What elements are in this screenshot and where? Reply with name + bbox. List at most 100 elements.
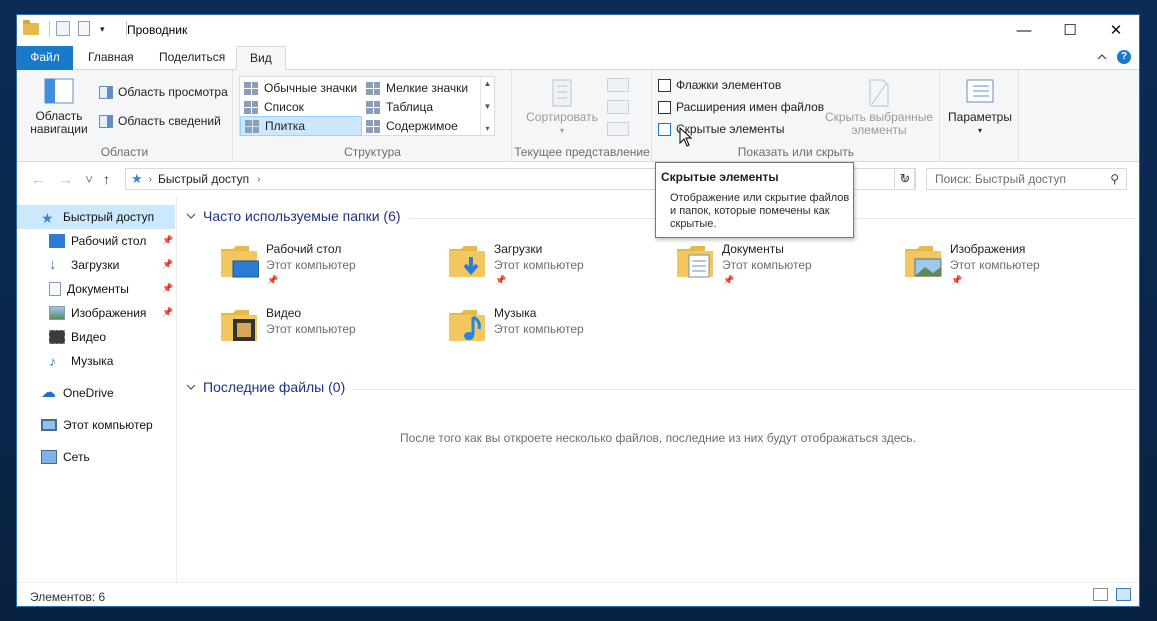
- pin-icon[interactable]: 📌: [162, 235, 173, 245]
- nav-item-quick-access[interactable]: ★ Быстрый доступ: [17, 205, 175, 229]
- breadcrumb[interactable]: Быстрый доступ: [158, 172, 249, 186]
- ribbon-tabs: Файл Главная Поделиться Вид ?: [17, 46, 1139, 71]
- folder-tile-video[interactable]: Видео Этот компьютер: [219, 303, 439, 355]
- pin-icon[interactable]: 📌: [267, 275, 278, 286]
- group-show-hide: Флажки элементов Расширения имен файлов …: [653, 70, 940, 162]
- pin-icon[interactable]: 📌: [162, 307, 173, 317]
- nav-item-label: Видео: [71, 330, 107, 344]
- hidden-items-toggle[interactable]: Скрытые элементы: [658, 122, 785, 136]
- nav-item-network[interactable]: Сеть: [17, 445, 175, 469]
- nav-item-label: Документы: [67, 282, 129, 296]
- new-folder-icon[interactable]: [78, 21, 94, 37]
- layout-option-label: Таблица: [386, 100, 434, 114]
- file-extensions-toggle[interactable]: Расширения имен файлов: [658, 100, 824, 114]
- properties-icon[interactable]: [56, 21, 72, 37]
- explorer-window: ▾ Проводник — ☐ ✕ Файл Главная Поделитьс…: [16, 14, 1140, 607]
- checkbox[interactable]: [658, 122, 671, 136]
- pin-icon[interactable]: 📌: [162, 259, 173, 269]
- tab-share[interactable]: Поделиться: [146, 46, 238, 70]
- pin-icon[interactable]: 📌: [162, 283, 173, 293]
- options-button[interactable]: Параметры ▾: [945, 78, 1015, 137]
- add-columns-icon[interactable]: [607, 100, 629, 114]
- preview-pane-button[interactable]: Область просмотра: [99, 85, 228, 99]
- layout-option[interactable]: Содержимое: [362, 116, 480, 136]
- nav-pane-button[interactable]: Область навигации: [23, 78, 95, 136]
- minimize-button[interactable]: —: [1001, 15, 1047, 45]
- checkbox[interactable]: [658, 100, 671, 114]
- nav-item-documents[interactable]: Документы 📌: [17, 277, 175, 301]
- title-bar: ▾ Проводник — ☐ ✕: [17, 15, 1139, 46]
- folder-tile-desktop[interactable]: Рабочий стол Этот компьютер 📌: [219, 239, 439, 291]
- layout-option[interactable]: Таблица: [362, 97, 480, 117]
- gallery-expand-icon[interactable]: ▾: [485, 124, 489, 133]
- nav-item-video[interactable]: Видео: [17, 325, 175, 349]
- video-folder-icon: [221, 310, 257, 341]
- details-pane-button[interactable]: Область сведений: [99, 114, 221, 128]
- folder-location: Этот компьютер: [266, 258, 356, 272]
- maximize-button[interactable]: ☐: [1047, 15, 1093, 45]
- layout-option-label: Мелкие значки: [386, 81, 469, 95]
- folder-tile-music[interactable]: Музыка Этот компьютер: [447, 303, 667, 355]
- tab-view[interactable]: Вид: [236, 46, 286, 71]
- nav-item-pictures[interactable]: Изображения 📌: [17, 301, 175, 325]
- tab-file[interactable]: Файл: [17, 46, 73, 70]
- forward-arrow-icon[interactable]: →: [59, 171, 73, 187]
- nav-item-this-pc[interactable]: Этот компьютер: [17, 413, 175, 437]
- sort-button[interactable]: Сортировать ▾: [523, 78, 601, 137]
- download-icon: ↓: [49, 256, 57, 273]
- computer-icon: [41, 419, 57, 431]
- large-icons-view-icon[interactable]: [1116, 588, 1131, 601]
- scroll-down-icon[interactable]: ▼: [484, 102, 492, 111]
- recent-dropdown-icon[interactable]: ˅: [85, 171, 93, 187]
- chevron-right-icon[interactable]: ›: [149, 174, 152, 185]
- folder-tile-pictures[interactable]: Изображения Этот компьютер 📌: [903, 239, 1123, 291]
- gallery-scroll[interactable]: ▲ ▼ ▾: [480, 77, 494, 135]
- chevron-down-icon[interactable]: [186, 383, 196, 391]
- tab-home[interactable]: Главная: [75, 46, 147, 70]
- up-arrow-icon[interactable]: ↑: [103, 171, 110, 187]
- hide-selected-button[interactable]: Скрыть выбранные элементы: [823, 78, 935, 137]
- folder-name: Рабочий стол: [266, 242, 342, 256]
- nav-item-music[interactable]: ♪ Музыка: [17, 349, 175, 373]
- recent-files-header[interactable]: Последние файлы (0): [186, 379, 345, 395]
- frequent-folders-header[interactable]: Часто используемые папки (6): [186, 208, 401, 224]
- refresh-button[interactable]: ↻: [894, 168, 916, 190]
- folder-app-icon[interactable]: [23, 20, 39, 37]
- checkbox-label: Расширения имен файлов: [676, 100, 825, 114]
- nav-item-label: Сеть: [63, 450, 90, 464]
- back-arrow-icon[interactable]: ←: [31, 171, 45, 187]
- search-input[interactable]: Поиск: Быстрый доступ ⚲: [926, 168, 1127, 190]
- details-view-icon[interactable]: [1093, 588, 1108, 601]
- pin-icon[interactable]: 📌: [723, 275, 734, 286]
- checkbox[interactable]: [658, 78, 671, 92]
- customize-toolbar-icon[interactable]: ▾: [100, 21, 116, 37]
- fit-columns-icon[interactable]: [607, 122, 629, 136]
- scroll-up-icon[interactable]: ▲: [484, 79, 492, 88]
- nav-item-label: Музыка: [71, 354, 114, 368]
- music-icon: ♪: [49, 353, 56, 369]
- nav-item-onedrive[interactable]: ☁ OneDrive: [17, 381, 175, 405]
- group-by-icon[interactable]: [607, 78, 629, 92]
- layout-option[interactable]: Обычные значки: [240, 78, 362, 98]
- section-title: Последние файлы (0): [203, 379, 346, 395]
- layout-option[interactable]: Список: [240, 97, 362, 117]
- close-button[interactable]: ✕: [1093, 15, 1139, 45]
- chevron-down-icon[interactable]: [186, 212, 196, 220]
- nav-item-desktop[interactable]: Рабочий стол 📌: [17, 229, 175, 253]
- collapse-ribbon-icon[interactable]: [1097, 52, 1107, 62]
- layout-option-selected[interactable]: Плитка: [240, 116, 362, 136]
- documents-icon: [49, 282, 61, 296]
- item-checkboxes-toggle[interactable]: Флажки элементов: [658, 78, 781, 92]
- layout-option[interactable]: Мелкие значки: [362, 78, 480, 98]
- tiles-view-icon: [245, 119, 259, 133]
- chevron-right-icon[interactable]: ›: [257, 174, 260, 185]
- help-icon[interactable]: ?: [1117, 50, 1131, 64]
- pin-icon[interactable]: 📌: [951, 275, 962, 286]
- item-count: Элементов: 6: [30, 590, 106, 604]
- nav-item-downloads[interactable]: ↓ Загрузки 📌: [17, 253, 175, 277]
- folder-tile-downloads[interactable]: Загрузки Этот компьютер 📌: [447, 239, 667, 291]
- folder-tile-documents[interactable]: Документы Этот компьютер 📌: [675, 239, 895, 291]
- pin-icon[interactable]: 📌: [495, 275, 506, 286]
- preview-pane-icon: [99, 85, 113, 99]
- downloads-folder-icon: [449, 246, 485, 277]
